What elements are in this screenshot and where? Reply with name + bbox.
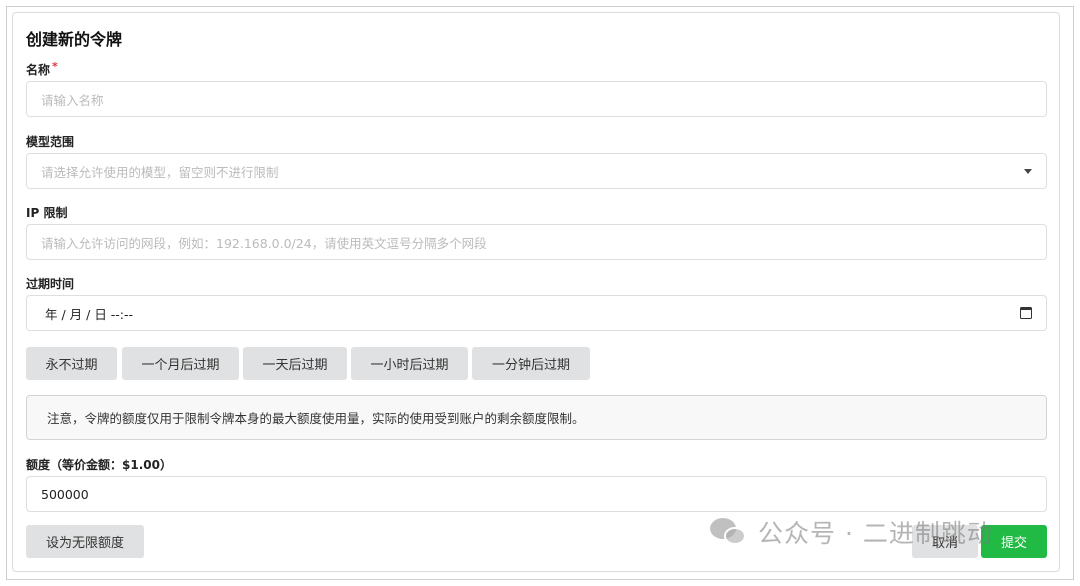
quota-notice: 注意，令牌的额度仅用于限制令牌本身的最大额度使用量，实际的使用受到账户的剩余额度… bbox=[26, 395, 1047, 440]
quota-notice-text: 注意，令牌的额度仅用于限制令牌本身的最大额度使用量，实际的使用受到账户的剩余额度… bbox=[47, 411, 585, 426]
ip-input-placeholder: 请输入允许访问的网段，例如：192.168.0.0/24，请使用英文逗号分隔多个… bbox=[41, 235, 487, 251]
expiry-datetime-value: 年 / 月 / 日 --:-- bbox=[45, 306, 134, 322]
models-select[interactable]: 请选择允许使用的模型，留空则不进行限制 bbox=[26, 153, 1047, 189]
cancel-button[interactable]: 取消 bbox=[912, 525, 978, 558]
quota-label: 额度（等价金额：$1.00） bbox=[26, 458, 172, 472]
calendar-icon[interactable] bbox=[1020, 307, 1032, 319]
expire-one-hour-button[interactable]: 一小时后过期 bbox=[351, 347, 468, 380]
models-select-placeholder: 请选择允许使用的模型，留空则不进行限制 bbox=[41, 164, 279, 180]
page-title: 创建新的令牌 bbox=[26, 30, 123, 49]
ip-input[interactable]: 请输入允许访问的网段，例如：192.168.0.0/24，请使用英文逗号分隔多个… bbox=[26, 224, 1047, 260]
chevron-down-icon[interactable] bbox=[1024, 169, 1032, 174]
quota-input-value: 500000 bbox=[41, 486, 89, 502]
name-input-placeholder: 请输入名称 bbox=[41, 92, 104, 108]
submit-button[interactable]: 提交 bbox=[981, 525, 1047, 558]
name-input[interactable]: 请输入名称 bbox=[26, 81, 1047, 117]
name-label-text: 名称 bbox=[26, 63, 51, 77]
expire-one-month-button[interactable]: 一个月后过期 bbox=[122, 347, 239, 380]
models-label: 模型范围 bbox=[26, 135, 75, 149]
create-token-card: 创建新的令牌 名称 * 请输入名称 模型范围 请选择允许使用的模型，留空则不进行限… bbox=[12, 12, 1060, 572]
expiry-label: 过期时间 bbox=[26, 277, 75, 291]
expire-one-day-button[interactable]: 一天后过期 bbox=[243, 347, 347, 380]
required-mark: * bbox=[52, 60, 58, 73]
quota-input[interactable]: 500000 bbox=[26, 476, 1047, 512]
set-unlimited-button[interactable]: 设为无限额度 bbox=[26, 525, 144, 558]
never-expire-button[interactable]: 永不过期 bbox=[26, 347, 117, 380]
expire-one-minute-button[interactable]: 一分钟后过期 bbox=[472, 347, 590, 380]
name-label: 名称 * bbox=[26, 60, 58, 78]
ip-label: IP 限制 bbox=[26, 206, 68, 220]
expiry-datetime-input[interactable]: 年 / 月 / 日 --:-- bbox=[26, 295, 1047, 331]
